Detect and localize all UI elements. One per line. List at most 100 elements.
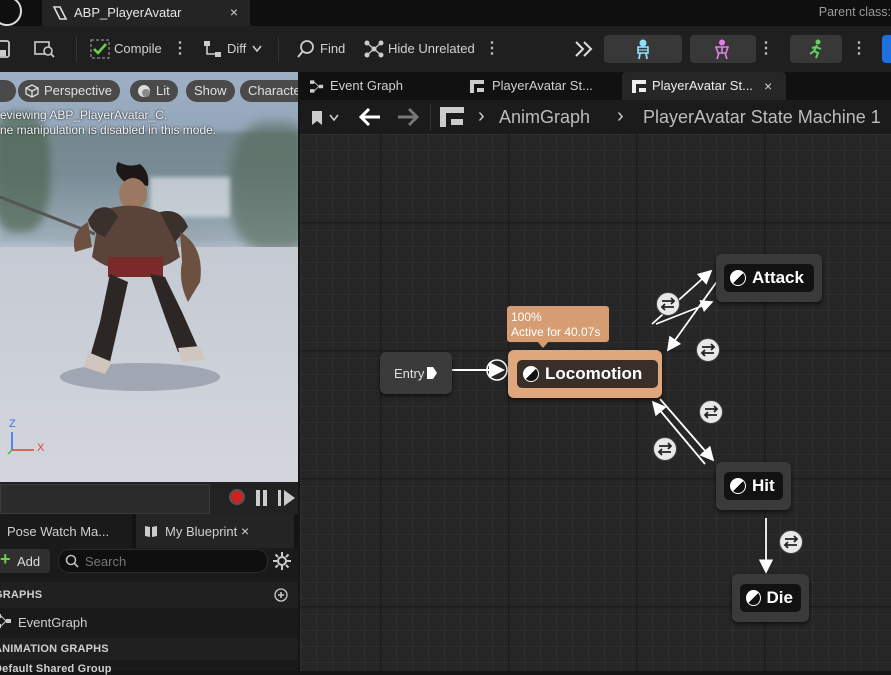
playback-bar <box>0 482 298 514</box>
hit-state-node[interactable]: Hit <box>716 462 791 510</box>
search-field[interactable] <box>58 549 268 573</box>
locomotion-state-node[interactable]: Locomotion <box>508 350 662 398</box>
hit-label: Hit <box>752 476 775 495</box>
show-label: Show <box>194 83 227 98</box>
platform-button[interactable] <box>882 35 891 63</box>
transition-rule-icon[interactable] <box>696 338 720 362</box>
add-button[interactable]: + Add <box>0 549 50 573</box>
chevron-right-icon: › <box>617 105 624 127</box>
preview-message-1: eviewing ABP_PlayerAvatar_C. <box>0 108 168 122</box>
entry-node[interactable]: Entry <box>380 352 452 394</box>
show-button[interactable]: Show <box>186 80 235 102</box>
locomotion-label: Locomotion <box>545 364 643 383</box>
attack-state-node[interactable]: Attack <box>716 254 822 302</box>
state-machine-graph[interactable]: Entry 100% Active for 40.07s Locomotion … <box>300 134 891 671</box>
tab-pose-watch-label: Pose Watch Ma... <box>7 524 110 539</box>
search-input[interactable] <box>83 552 262 570</box>
die-label: Die <box>766 588 793 607</box>
lit-sphere-icon <box>138 85 150 97</box>
close-tab-icon[interactable]: × <box>764 72 772 100</box>
tab-state-machine-2-label: PlayerAvatar St... <box>652 78 753 93</box>
exec-pin-icon[interactable] <box>426 366 438 380</box>
save-icon[interactable] <box>0 40 10 58</box>
breadcrumb-animgraph[interactable]: AnimGraph <box>499 107 590 128</box>
entry-label: Entry <box>394 366 425 381</box>
expand-toolbar-icon[interactable] <box>574 41 594 57</box>
anim-blueprint-icon <box>52 6 68 20</box>
timeline-scrubber[interactable] <box>0 484 210 514</box>
diff-button[interactable]: Diff <box>227 41 246 56</box>
attack-label: Attack <box>752 268 804 287</box>
find-button[interactable]: Find <box>320 41 345 56</box>
graphs-section-header[interactable]: GRAPHS <box>0 582 298 608</box>
lit-label: Lit <box>156 83 170 98</box>
diff-icon[interactable] <box>203 40 223 58</box>
close-tab-icon[interactable]: × <box>241 523 249 539</box>
compile-options-icon[interactable]: ⋮ <box>172 38 188 58</box>
record-icon[interactable] <box>229 489 245 505</box>
hide-unrelated-icon[interactable] <box>363 39 385 59</box>
animation-graphs-section-header[interactable]: ANIMATION GRAPHS <box>0 638 298 660</box>
compile-icon[interactable] <box>90 39 110 59</box>
event-graph-item[interactable]: EventGraph <box>0 610 298 632</box>
character-button[interactable]: Characte <box>240 80 298 102</box>
state-icon <box>730 478 746 494</box>
add-graph-icon[interactable] <box>274 588 288 602</box>
transition-rule-icon[interactable] <box>699 400 723 424</box>
forward-arrow-icon[interactable] <box>397 108 419 126</box>
bookmark-icon[interactable] <box>310 110 324 126</box>
unreal-logo-icon[interactable] <box>0 0 22 26</box>
settings-gear-icon[interactable] <box>273 552 291 570</box>
asset-tab[interactable]: ABP_PlayerAvatar × <box>42 0 250 26</box>
transition-rule-icon[interactable] <box>779 530 803 554</box>
tooltip-active-time: Active for 40.07s <box>511 325 601 339</box>
viewport-menu-button[interactable] <box>0 80 16 102</box>
mesh-options-icon[interactable]: ⋮ <box>758 38 774 58</box>
transition-rule-icon[interactable] <box>653 437 677 461</box>
tab-state-machine-2[interactable]: PlayerAvatar St... × <box>622 72 786 100</box>
hide-unrelated-button[interactable]: Hide Unrelated <box>388 41 475 56</box>
back-arrow-icon[interactable] <box>359 108 381 126</box>
locomotion-state-body: Locomotion <box>517 360 658 388</box>
transition-rule-icon[interactable] <box>656 292 680 316</box>
event-graph-icon <box>310 80 324 93</box>
animation-mode-button[interactable] <box>790 35 842 63</box>
default-shared-group-label[interactable]: Default Shared Group <box>0 663 112 675</box>
state-machine-icon[interactable] <box>440 107 464 127</box>
axis-x-label: X <box>37 442 45 454</box>
graph-tab-bar: Event Graph PlayerAvatar St... PlayerAva… <box>300 72 891 100</box>
tab-event-graph[interactable]: Event Graph <box>300 72 456 100</box>
preview-viewport[interactable]: Perspective Lit Show Characte eviewing A… <box>0 72 298 482</box>
tooltip-weight: 100% <box>511 310 542 324</box>
play-forward-icon[interactable] <box>278 490 296 506</box>
chevron-down-icon[interactable] <box>329 114 339 122</box>
close-tab-icon[interactable]: × <box>230 4 238 20</box>
lit-button[interactable]: Lit <box>130 80 178 102</box>
tab-state-machine-1-label: PlayerAvatar St... <box>492 78 593 93</box>
character-preview <box>0 162 220 391</box>
chevron-right-icon: › <box>478 105 485 127</box>
search-icon[interactable] <box>296 39 316 59</box>
perspective-button[interactable]: Perspective <box>18 80 120 102</box>
preview-message-2: ne manipulation is disabled in this mode… <box>0 123 217 137</box>
compile-button[interactable]: Compile <box>114 41 162 56</box>
skeleton-mode-button[interactable] <box>604 35 682 63</box>
tab-pose-watch[interactable]: Pose Watch Ma... <box>0 514 132 548</box>
mesh-mode-button[interactable] <box>690 35 756 63</box>
mesh-icon <box>714 39 730 59</box>
hide-unrelated-options-icon[interactable]: ⋮ <box>484 38 500 58</box>
pause-icon[interactable] <box>255 490 269 506</box>
chevron-down-icon[interactable] <box>252 45 262 53</box>
axis-z-label: Z <box>9 418 16 430</box>
add-label: Add <box>17 554 41 569</box>
attack-state-body: Attack <box>724 264 814 292</box>
die-state-node[interactable]: Die <box>732 574 809 622</box>
skeleton-icon <box>637 39 649 59</box>
hit-state-body: Hit <box>724 472 783 500</box>
title-bar: ABP_PlayerAvatar × Parent class: <box>0 0 891 26</box>
breadcrumb-state-machine[interactable]: PlayerAvatar State Machine 1 <box>643 107 891 128</box>
animation-options-icon[interactable]: ⋮ <box>851 38 867 58</box>
browse-icon[interactable] <box>34 39 56 59</box>
tab-state-machine-1[interactable]: PlayerAvatar St... <box>460 72 620 100</box>
tab-my-blueprint[interactable]: My Blueprint × <box>136 514 294 548</box>
